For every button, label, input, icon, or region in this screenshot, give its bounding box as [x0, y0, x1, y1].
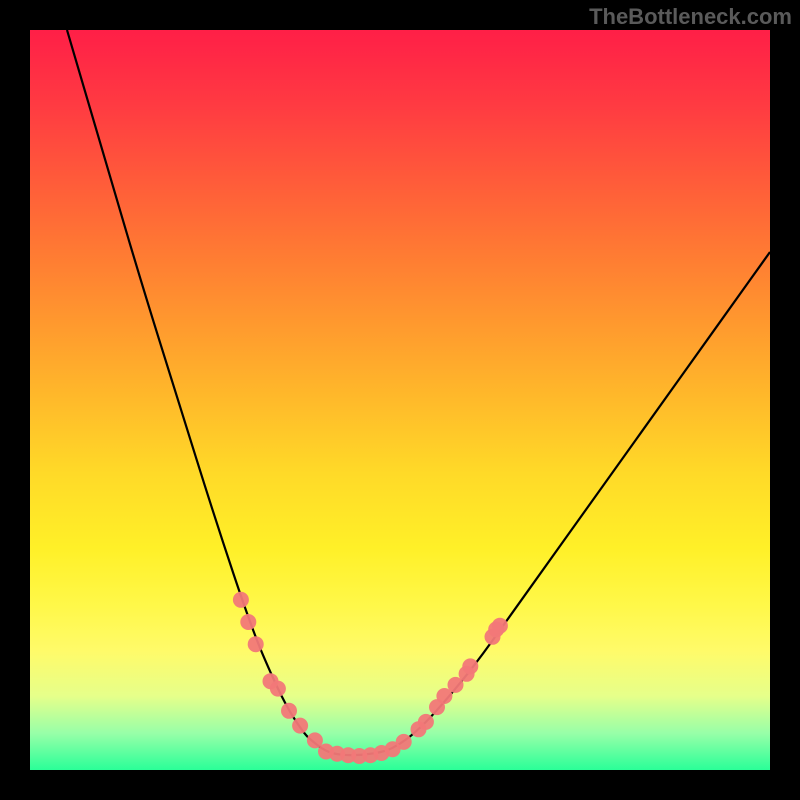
data-point [281, 703, 297, 719]
data-point [240, 614, 256, 630]
bottleneck-curve [67, 30, 770, 755]
plot-area [30, 30, 770, 770]
data-point [396, 734, 412, 750]
data-point [233, 592, 249, 608]
data-point [492, 618, 508, 634]
data-point [462, 658, 478, 674]
watermark-text: TheBottleneck.com [589, 4, 792, 30]
data-point [292, 718, 308, 734]
data-point [248, 636, 264, 652]
data-point [418, 714, 434, 730]
data-point [270, 681, 286, 697]
chart-svg [30, 30, 770, 770]
